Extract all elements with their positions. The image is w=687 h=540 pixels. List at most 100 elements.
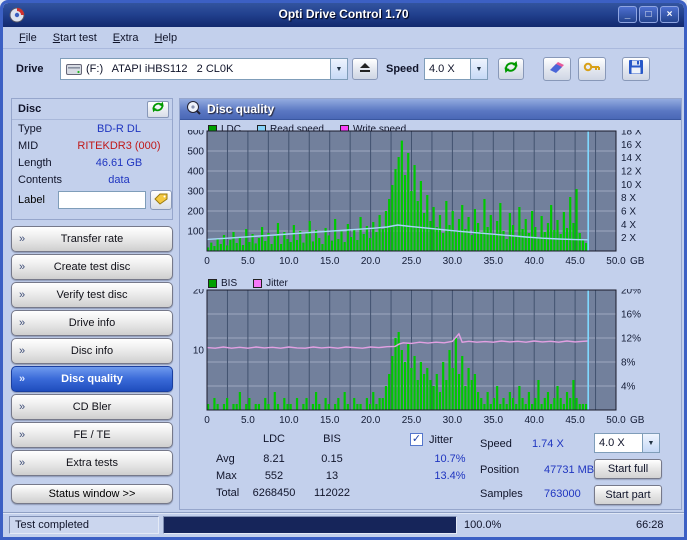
start-full-button[interactable]: Start full: [594, 459, 662, 479]
bullet-icon: »: [19, 401, 25, 413]
menu-extra[interactable]: Extra: [105, 29, 147, 47]
sidebar-item-disc-info[interactable]: »Disc info: [11, 338, 173, 364]
menu-start-test[interactable]: Start test: [45, 29, 105, 47]
svg-text:25.0: 25.0: [402, 256, 422, 267]
drive-select[interactable]: (F:) ATAPI iHBS112 2 CL0K ▼: [60, 58, 348, 80]
ldc-speed-chart: 60050040030020010018 X16 X14 X12 X10 X8 …: [184, 130, 659, 268]
jitter-legend-swatch: [253, 279, 262, 288]
jitter-legend-label: Jitter: [266, 278, 288, 289]
bullet-icon: »: [19, 289, 25, 301]
type-value: BD-R DL: [66, 123, 172, 135]
svg-text:600: 600: [187, 130, 204, 138]
bis-jitter-chart: 201020%16%12%8%4%05.010.015.020.025.030.…: [184, 289, 659, 427]
ldc-column-header: LDC: [236, 433, 312, 445]
svg-text:5.0: 5.0: [241, 415, 255, 426]
panel-title: Disc quality: [207, 102, 274, 116]
bullet-icon: »: [19, 429, 25, 441]
refresh-drive-button[interactable]: [498, 58, 524, 80]
save-button[interactable]: [622, 57, 650, 81]
svg-text:400: 400: [187, 167, 204, 178]
svg-text:5.0: 5.0: [241, 256, 255, 267]
disc-label-row: Label: [12, 188, 172, 212]
sidebar-item-extra-tests[interactable]: »Extra tests: [11, 450, 173, 476]
bullet-icon: »: [19, 261, 25, 273]
speed-stat-value: 1.74 X: [532, 438, 564, 450]
erase-disc-button[interactable]: [543, 57, 571, 81]
max-bis-value: 13: [302, 470, 362, 482]
type-label: Type: [12, 123, 66, 135]
minimize-button[interactable]: _: [618, 6, 637, 23]
status-window-button[interactable]: Status window >>: [11, 484, 173, 504]
label-icon: [154, 193, 168, 208]
bis-column-header: BIS: [302, 433, 362, 445]
window-title: Opti Drive Control 1.70: [3, 7, 684, 21]
svg-text:20.0: 20.0: [361, 256, 381, 267]
sidebar-item-verify-test-disc[interactable]: »Verify test disc: [11, 282, 173, 308]
license-button[interactable]: [578, 57, 606, 81]
bullet-icon: »: [19, 317, 25, 329]
scan-speed-select[interactable]: 4.0 X ▼: [594, 433, 660, 453]
svg-text:18 X: 18 X: [621, 130, 642, 138]
svg-text:0: 0: [204, 256, 210, 267]
sidebar-item-label: FE / TE: [73, 429, 110, 441]
start-part-button[interactable]: Start part: [594, 485, 662, 505]
sidebar-item-cd-bler[interactable]: »CD Bler: [11, 394, 173, 420]
sidebar-item-label: Disc info: [71, 345, 113, 357]
samples-stat-label: Samples: [480, 488, 523, 500]
bullet-icon: »: [19, 457, 25, 469]
contents-label: Contents: [12, 174, 66, 186]
write-label-button[interactable]: [150, 190, 172, 210]
svg-text:GB: GB: [630, 256, 645, 267]
menu-file[interactable]: File: [11, 29, 45, 47]
drive-select-value: (F:) ATAPI iHBS112 2 CL0K: [82, 63, 330, 75]
dropdown-arrow-icon[interactable]: ▼: [470, 59, 487, 79]
maximize-button[interactable]: □: [639, 6, 658, 23]
svg-text:10 X: 10 X: [621, 180, 642, 191]
stats-panel: LDC BIS ✓ Jitter Avg 8.21 0.15 10.7% Max…: [180, 429, 681, 509]
dropdown-arrow-icon[interactable]: ▼: [642, 434, 659, 452]
sidebar-buttons: »Transfer rate » Create test disc »Verify…: [11, 226, 173, 476]
rescan-disc-button[interactable]: [147, 101, 169, 118]
titlebar: Opti Drive Control 1.70 _ □ ×: [3, 3, 684, 27]
sidebar-item-label: Create test disc: [54, 261, 130, 273]
speed-select[interactable]: 4.0 X ▼: [424, 58, 488, 80]
label-input[interactable]: [58, 191, 146, 209]
bis-legend-swatch: [208, 279, 217, 288]
svg-text:20.0: 20.0: [361, 415, 381, 426]
avg-bis-value: 0.15: [302, 453, 362, 465]
sidebar-item-transfer-rate[interactable]: »Transfer rate: [11, 226, 173, 252]
sidebar-item-disc-quality[interactable]: »Disc quality: [11, 366, 173, 392]
key-icon: [583, 60, 601, 79]
sidebar-item-drive-info[interactable]: »Drive info: [11, 310, 173, 336]
svg-text:16%: 16%: [621, 310, 641, 321]
svg-text:40.0: 40.0: [524, 256, 544, 267]
sidebar-item-create-test-disc[interactable]: » Create test disc: [11, 254, 173, 280]
main-panel: Disc quality LDC Read speed Write speed …: [179, 98, 682, 510]
app-window: Opti Drive Control 1.70 _ □ × File Start…: [0, 0, 687, 540]
sidebar-item-label: Disc quality: [61, 373, 123, 385]
svg-text:GB: GB: [630, 415, 645, 426]
contents-value: data: [66, 174, 172, 186]
sidebar: Disc Type BD-R DL MID RITEKDR3 (000) Len…: [11, 98, 173, 510]
eject-button[interactable]: [352, 58, 378, 80]
svg-text:10: 10: [193, 346, 205, 357]
eject-icon: [359, 60, 371, 78]
position-stat-value: 47731 MB: [544, 464, 594, 476]
mid-label: MID: [12, 140, 66, 152]
svg-text:35.0: 35.0: [484, 256, 504, 267]
speed-label: Speed: [386, 63, 419, 75]
sidebar-item-fe-te[interactable]: » FE / TE: [11, 422, 173, 448]
drive-icon: [61, 64, 82, 75]
dropdown-arrow-icon[interactable]: ▼: [330, 59, 347, 79]
eraser-icon: [548, 60, 566, 79]
svg-text:12 X: 12 X: [621, 167, 642, 178]
disc-type-row: Type BD-R DL: [12, 120, 172, 137]
chart2-legend: BIS Jitter: [208, 278, 288, 289]
close-button[interactable]: ×: [660, 6, 679, 23]
jitter-checkbox[interactable]: ✓: [410, 433, 423, 446]
svg-text:2 X: 2 X: [621, 233, 636, 244]
svg-text:8 X: 8 X: [621, 193, 636, 204]
menu-help[interactable]: Help: [146, 29, 185, 47]
disc-quality-icon: [186, 100, 201, 118]
mid-value: RITEKDR3 (000): [66, 140, 172, 152]
